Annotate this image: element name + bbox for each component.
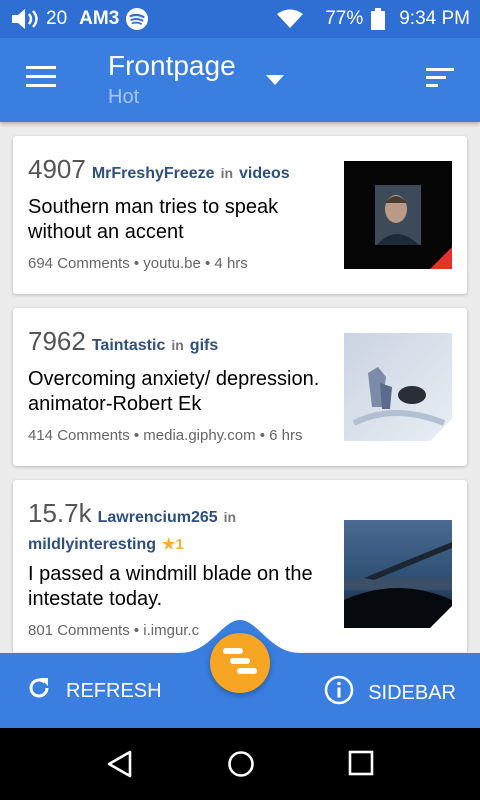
post-author[interactable]: MrFreshyFreeze [92, 165, 215, 183]
post-thumbnail[interactable] [344, 161, 452, 269]
refresh-icon [26, 675, 52, 707]
battery-icon [371, 8, 386, 30]
system-navigation-bar [0, 728, 480, 800]
post-card[interactable]: 4907 MrFreshyFreeze in videos Southern m… [13, 136, 467, 294]
stack-icon [223, 647, 257, 679]
in-label: in [171, 337, 184, 353]
post-score: 7962 [28, 326, 86, 356]
app-bar: Frontpage Hot [0, 38, 480, 122]
hamburger-menu-icon[interactable] [26, 66, 56, 93]
status-bar: 20 AM3 77% 9:34 PM [0, 0, 480, 38]
in-label: in [223, 509, 237, 525]
in-label: in [220, 165, 234, 181]
sort-icon[interactable] [426, 68, 454, 93]
page-title[interactable]: Frontpage [108, 50, 236, 82]
sidebar-button[interactable]: SIDEBAR [324, 675, 456, 711]
post-info[interactable]: 694 Comments • youtu.be • 4 hrs [28, 255, 328, 272]
battery-percent: 77% [325, 8, 364, 29]
notification-count: 20 [46, 8, 68, 29]
chevron-down-icon[interactable] [266, 72, 284, 90]
post-thumbnail[interactable] [344, 333, 452, 441]
post-title[interactable]: Overcoming anxiety/ depression. animator… [28, 367, 328, 417]
post-author[interactable]: Lawrencium265 [98, 509, 218, 527]
floating-action-button[interactable] [210, 633, 270, 693]
post-score: 4907 [28, 154, 86, 184]
post-info[interactable]: 414 Comments • media.giphy.com • 6 hrs [28, 427, 328, 444]
sidebar-label: SIDEBAR [368, 681, 456, 704]
wifi-icon [277, 9, 304, 29]
recents-icon[interactable] [348, 750, 374, 781]
post-subreddit[interactable]: videos [239, 165, 290, 183]
info-icon [324, 675, 354, 711]
thumbnail-corner-marker [430, 247, 452, 269]
home-icon[interactable] [227, 750, 255, 783]
post-author[interactable]: Taintastic [92, 337, 166, 355]
refresh-label: REFRESH [66, 679, 162, 702]
volume-icon [10, 8, 40, 30]
post-subreddit[interactable]: gifs [190, 337, 218, 355]
radio-station: AM3 [79, 8, 120, 29]
sort-mode-label: Hot [108, 86, 140, 108]
post-card[interactable]: 7962 Taintastic in gifs Overcoming anxie… [13, 308, 467, 466]
gilded-badge: ★1 [162, 536, 184, 553]
post-subreddit[interactable]: mildlyinteresting [28, 536, 156, 554]
clock: 9:34 PM [399, 8, 470, 29]
refresh-button[interactable]: REFRESH [26, 675, 162, 707]
thumbnail-corner-marker [430, 419, 452, 441]
post-title[interactable]: Southern man tries to speak without an a… [28, 195, 328, 245]
post-score: 15.7k [28, 498, 92, 528]
back-icon[interactable] [106, 750, 134, 783]
post-feed[interactable]: 4907 MrFreshyFreeze in videos Southern m… [0, 122, 480, 652]
spotify-icon [125, 7, 149, 31]
